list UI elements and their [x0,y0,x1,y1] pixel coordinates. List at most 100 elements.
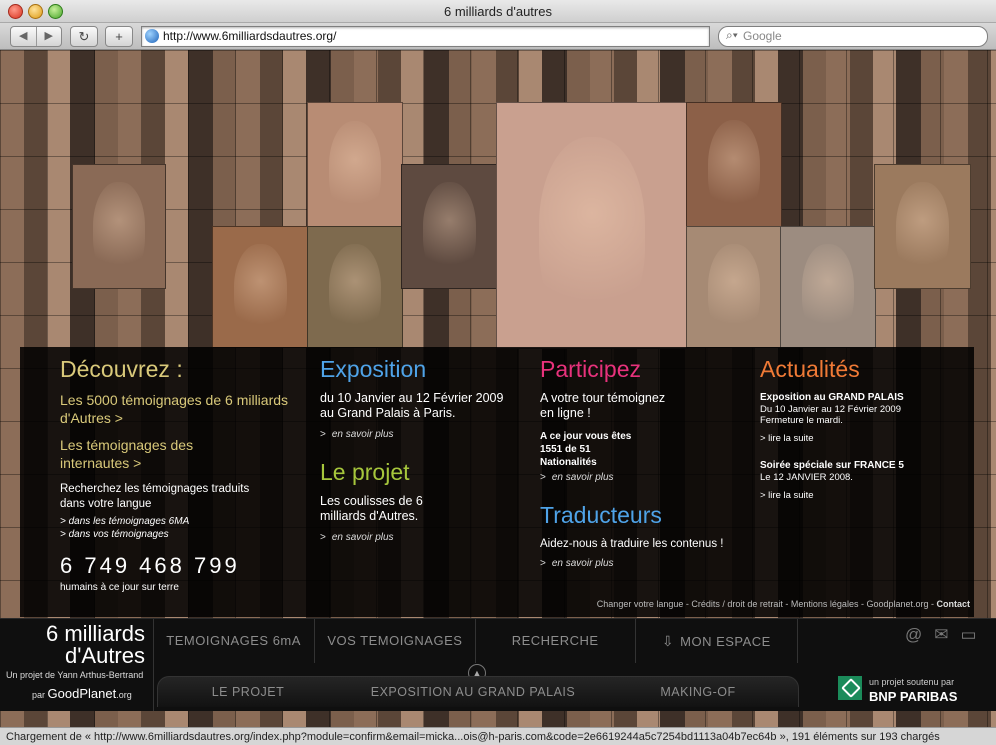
sponsor-label: un projet soutenu par [869,677,955,687]
portrait-image [401,164,498,289]
forward-button[interactable]: ▶ [37,27,62,46]
portrait-image [874,164,971,289]
exposition-text: du 10 Janvier au 12 Février 2009 au Gran… [320,391,504,420]
menu-vos-temoignages[interactable]: VOS TEMOIGNAGES [315,619,476,663]
back-button[interactable]: ◀ [11,27,37,46]
projet-text: Les coulisses de 6 milliards d'Autres. [320,494,423,523]
url-text: http://www.6milliardsdautres.org/ [163,29,337,43]
goodplanet-logo: par GoodPlanet.org [32,686,132,701]
credits-link[interactable]: Crédits / droit de retrait [691,599,783,609]
traducteurs-text: Aidez-nous à traduire les contenus ! [540,538,724,550]
news-2-text: Le 12 JANVIER 2008. [760,472,853,483]
globe-icon [145,29,159,43]
address-bar[interactable]: http://www.6milliardsdautres.org/ [141,26,710,47]
participez-more-label: en savoir plus [551,472,614,483]
search-description: Recherchez les témoignages traduits dans… [60,483,250,510]
logo-subtitle: Un projet de Yann Arthus-Bertrand [6,670,144,680]
legal-link[interactable]: Mentions légales [791,599,859,609]
goodplanet-link[interactable]: Goodplanet.org [866,599,928,609]
portrait-image [212,226,309,348]
news-2-more-link[interactable]: > lire la suite [760,489,960,502]
logo-title: 6 milliards d'Autres [46,623,145,667]
news-2-title[interactable]: Soirée spéciale sur FRANCE 5 [760,459,960,472]
traducteurs-heading[interactable]: Traducteurs [540,501,740,529]
projet-more-label: en savoir plus [331,532,394,543]
menu-recherche[interactable]: RECHERCHE [476,619,636,663]
actualites-heading: Actualités [760,356,860,382]
menu-mon-espace-label: MON ESPACE [680,634,771,649]
population-caption: humains à ce jour sur terre [60,582,179,593]
search-field[interactable]: ⌕▾ Google [718,26,988,47]
sponsor-logo[interactable]: un projet soutenu par BNP PARIBAS [838,676,988,706]
footer-separator: - [782,599,791,609]
logo-title-line2: d'Autres [64,643,145,668]
upload-icon: ⇩ [661,633,675,649]
bnp-star-icon [838,676,862,700]
menu-mon-espace[interactable]: ⇩ MON ESPACE [636,619,798,663]
news-1-title[interactable]: Exposition au GRAND PALAIS [760,391,960,404]
footer-links: Changer votre langue - Crédits / droit d… [597,599,970,609]
window-title: 6 milliards d'autres [444,4,552,19]
projet-heading[interactable]: Le projet [320,458,520,486]
projet-more-link[interactable]: > en savoir plus [320,532,520,543]
portrait-image [72,164,166,289]
at-icon[interactable]: @ [905,625,922,645]
sponsor-name: BNP PARIBAS [869,689,958,704]
goodplanet-wordmark: GoodPlanet [47,686,117,701]
exposition-heading[interactable]: Exposition [320,355,520,383]
goodplanet-suffix: .org [116,690,132,700]
participez-heading[interactable]: Participez [540,355,740,383]
reload-button[interactable]: ↻ [70,26,98,47]
featured-portrait-image [496,102,688,349]
utility-icons: @ ✉ ▭ [905,625,977,645]
discover-heading: Découvrez : [60,356,183,382]
traducteurs-more-link[interactable]: > en savoir plus [540,558,740,569]
portrait-image [307,102,403,229]
main-menu: TEMOIGNAGES 6mA VOS TEMOIGNAGES RECHERCH… [153,619,798,663]
change-language-link[interactable]: Changer votre langue [597,599,684,609]
discover-column: Découvrez : Les 5000 témoignages de 6 mi… [60,355,300,594]
web-page: Découvrez : Les 5000 témoignages de 6 mi… [0,50,996,727]
participez-text: A votre tour témoignez en ligne ! [540,391,666,420]
logo-title-line1: 6 milliards [45,621,145,646]
book-icon[interactable]: ▭ [961,625,977,645]
info-panel: Découvrez : Les 5000 témoignages de 6 mi… [20,347,974,617]
participez-column: Participez A votre tour témoignez en lig… [540,355,740,569]
participants-stat: A ce jour vous êtes 1551 de 51 Nationali… [540,431,632,468]
site-logo[interactable]: 6 milliards d'Autres Un projet de Yann A… [0,619,154,711]
menu-making-of[interactable]: MAKING-OF [608,677,788,707]
portrait-image [780,226,876,348]
contact-link[interactable]: Contact [937,599,971,609]
population-counter: 6 749 468 799 [60,553,240,578]
search-icon: ⌕▾ [726,28,738,42]
testimonies-internautes-link[interactable]: Les témoignages des internautes > [60,436,210,472]
news-1-text: Du 10 Janvier au 12 Février 2009 Fermetu… [760,404,901,426]
news-1-more-link[interactable]: > lire la suite [760,432,960,445]
participez-more-link[interactable]: > en savoir plus [540,472,740,483]
exposition-column: Exposition du 10 Janvier au 12 Février 2… [320,355,520,543]
status-bar: Chargement de « http://www.6milliardsdau… [0,727,996,745]
portrait-image [686,226,782,348]
footer-separator: - [928,599,937,609]
search-placeholder: Google [743,29,782,43]
site-navigation: 6 milliards d'Autres Un projet de Yann A… [0,618,996,711]
exposition-more-link[interactable]: > en savoir plus [320,429,520,440]
add-bookmark-button[interactable]: + [105,26,133,47]
traducteurs-more-label: en savoir plus [551,558,614,569]
search-vos-link[interactable]: > dans vos témoignages [60,528,300,541]
search-6ma-link[interactable]: > dans les témoignages 6MA [60,515,300,528]
back-forward-buttons: ◀ ▶ [10,26,62,47]
window-titlebar: 6 milliards d'autres [0,0,996,23]
logo-par: par [32,690,46,700]
menu-temoignages-6ma[interactable]: TEMOIGNAGES 6mA [153,619,316,663]
portrait-image [307,226,403,348]
browser-toolbar: ◀ ▶ ↻ + http://www.6milliardsdautres.org… [0,23,996,50]
secondary-menu: LE PROJET EXPOSITION AU GRAND PALAIS MAK… [157,676,799,707]
exposition-more-label: en savoir plus [331,429,394,440]
menu-exposition-grand-palais[interactable]: EXPOSITION AU GRAND PALAIS [338,677,608,707]
mail-icon[interactable]: ✉ [934,625,948,645]
menu-le-projet[interactable]: LE PROJET [158,677,338,707]
testimonies-6ma-link[interactable]: Les 5000 témoignages de 6 milliards d'Au… [60,391,300,427]
portrait-image [686,102,782,228]
actualites-column: Actualités Exposition au GRAND PALAIS Du… [760,355,960,502]
